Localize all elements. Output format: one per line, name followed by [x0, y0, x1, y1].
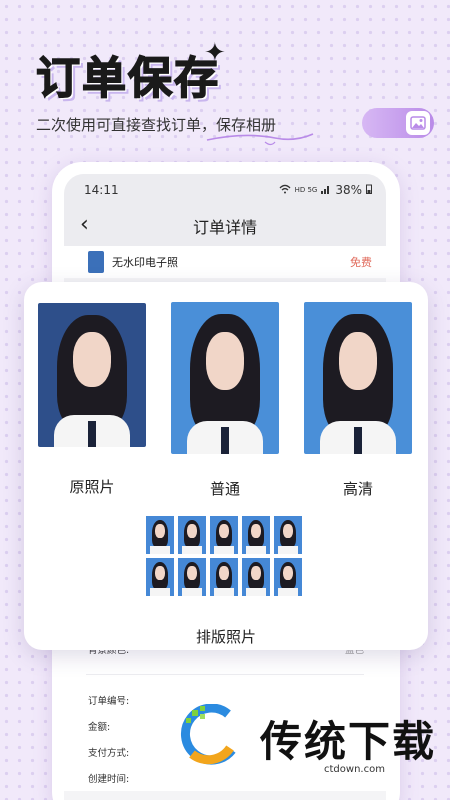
face-shape — [251, 524, 261, 539]
battery-level: 38% — [335, 183, 362, 197]
layout-mini-photo — [210, 558, 238, 596]
tie-shape — [220, 426, 230, 454]
hd-photo-label: 高清 — [342, 480, 373, 498]
order-item-name: 无水印电子照 — [112, 256, 178, 269]
order-item-row[interactable]: 无水印电子照 免费 — [64, 246, 386, 278]
face-shape — [155, 566, 165, 581]
watermark-url: ctdown.com — [324, 764, 385, 775]
watermark-name: 传统下载 — [260, 717, 437, 766]
swoosh-decoration — [206, 133, 314, 146]
image-icon — [406, 111, 430, 135]
shirt-shape — [182, 588, 202, 596]
shirt-shape — [278, 588, 298, 596]
sparkle-icon: ✦ — [204, 38, 226, 68]
face-shape — [155, 524, 165, 539]
original-photo-label: 原照片 — [69, 478, 115, 496]
created-time-label: 创建时间: — [88, 774, 130, 785]
shirt-shape — [150, 588, 170, 596]
tie-shape — [87, 421, 97, 447]
face-shape — [283, 566, 293, 581]
face-shape — [338, 332, 378, 391]
face-shape — [72, 331, 112, 387]
shirt-shape — [246, 588, 266, 596]
wifi-icon — [279, 183, 291, 197]
shirt-shape — [214, 588, 234, 596]
amount-label: 金额: — [88, 722, 111, 733]
face-shape — [219, 524, 229, 539]
face-shape — [283, 524, 293, 539]
face-shape — [187, 566, 197, 581]
shirt-shape — [278, 546, 298, 554]
layout-mini-photo — [146, 558, 174, 596]
nav-bar: ‹ 订单详情 — [64, 206, 386, 246]
network-label: HD 5G — [294, 186, 318, 194]
layout-photo-label: 排版照片 — [195, 628, 256, 646]
layout-mini-photo — [242, 516, 270, 554]
layout-mini-photo — [274, 558, 302, 596]
page-title: 订单详情 — [192, 218, 257, 237]
battery-icon — [366, 183, 372, 197]
original-photo[interactable] — [38, 303, 146, 447]
order-thumbnail — [88, 251, 104, 273]
status-time: 14:11 — [84, 183, 119, 197]
normal-photo-label: 普通 — [209, 480, 240, 498]
tie-shape — [353, 426, 363, 454]
layout-mini-photo — [178, 558, 206, 596]
layout-mini-photo — [242, 558, 270, 596]
layout-mini-photo — [210, 516, 238, 554]
face-shape — [205, 332, 245, 391]
ctdown-logo-icon — [180, 704, 236, 765]
face-shape — [251, 566, 261, 581]
payment-method-label: 支付方式: — [88, 748, 130, 759]
normal-photo[interactable] — [171, 302, 279, 454]
face-shape — [219, 566, 229, 581]
layout-mini-photo — [146, 516, 174, 554]
shirt-shape — [150, 546, 170, 554]
order-item-price: 免费 — [350, 256, 372, 269]
status-bar: 14:11 HD 5G 38% — [64, 174, 386, 206]
layout-photo-grid[interactable] — [146, 516, 306, 596]
signal-icon — [321, 183, 331, 197]
face-shape — [187, 524, 197, 539]
divider — [86, 674, 364, 675]
promo-headline: 订单保存 — [35, 52, 220, 105]
shirt-shape — [214, 546, 234, 554]
back-arrow-icon[interactable]: ‹ — [80, 212, 89, 237]
layout-mini-photo — [274, 516, 302, 554]
layout-mini-photo — [178, 516, 206, 554]
watermark: 传统下载 ctdown.com — [178, 704, 438, 784]
hd-photo[interactable] — [304, 302, 412, 454]
order-number-label: 订单编号: — [88, 696, 130, 707]
shirt-shape — [182, 546, 202, 554]
shirt-shape — [246, 546, 266, 554]
gallery-toggle[interactable] — [362, 108, 434, 138]
